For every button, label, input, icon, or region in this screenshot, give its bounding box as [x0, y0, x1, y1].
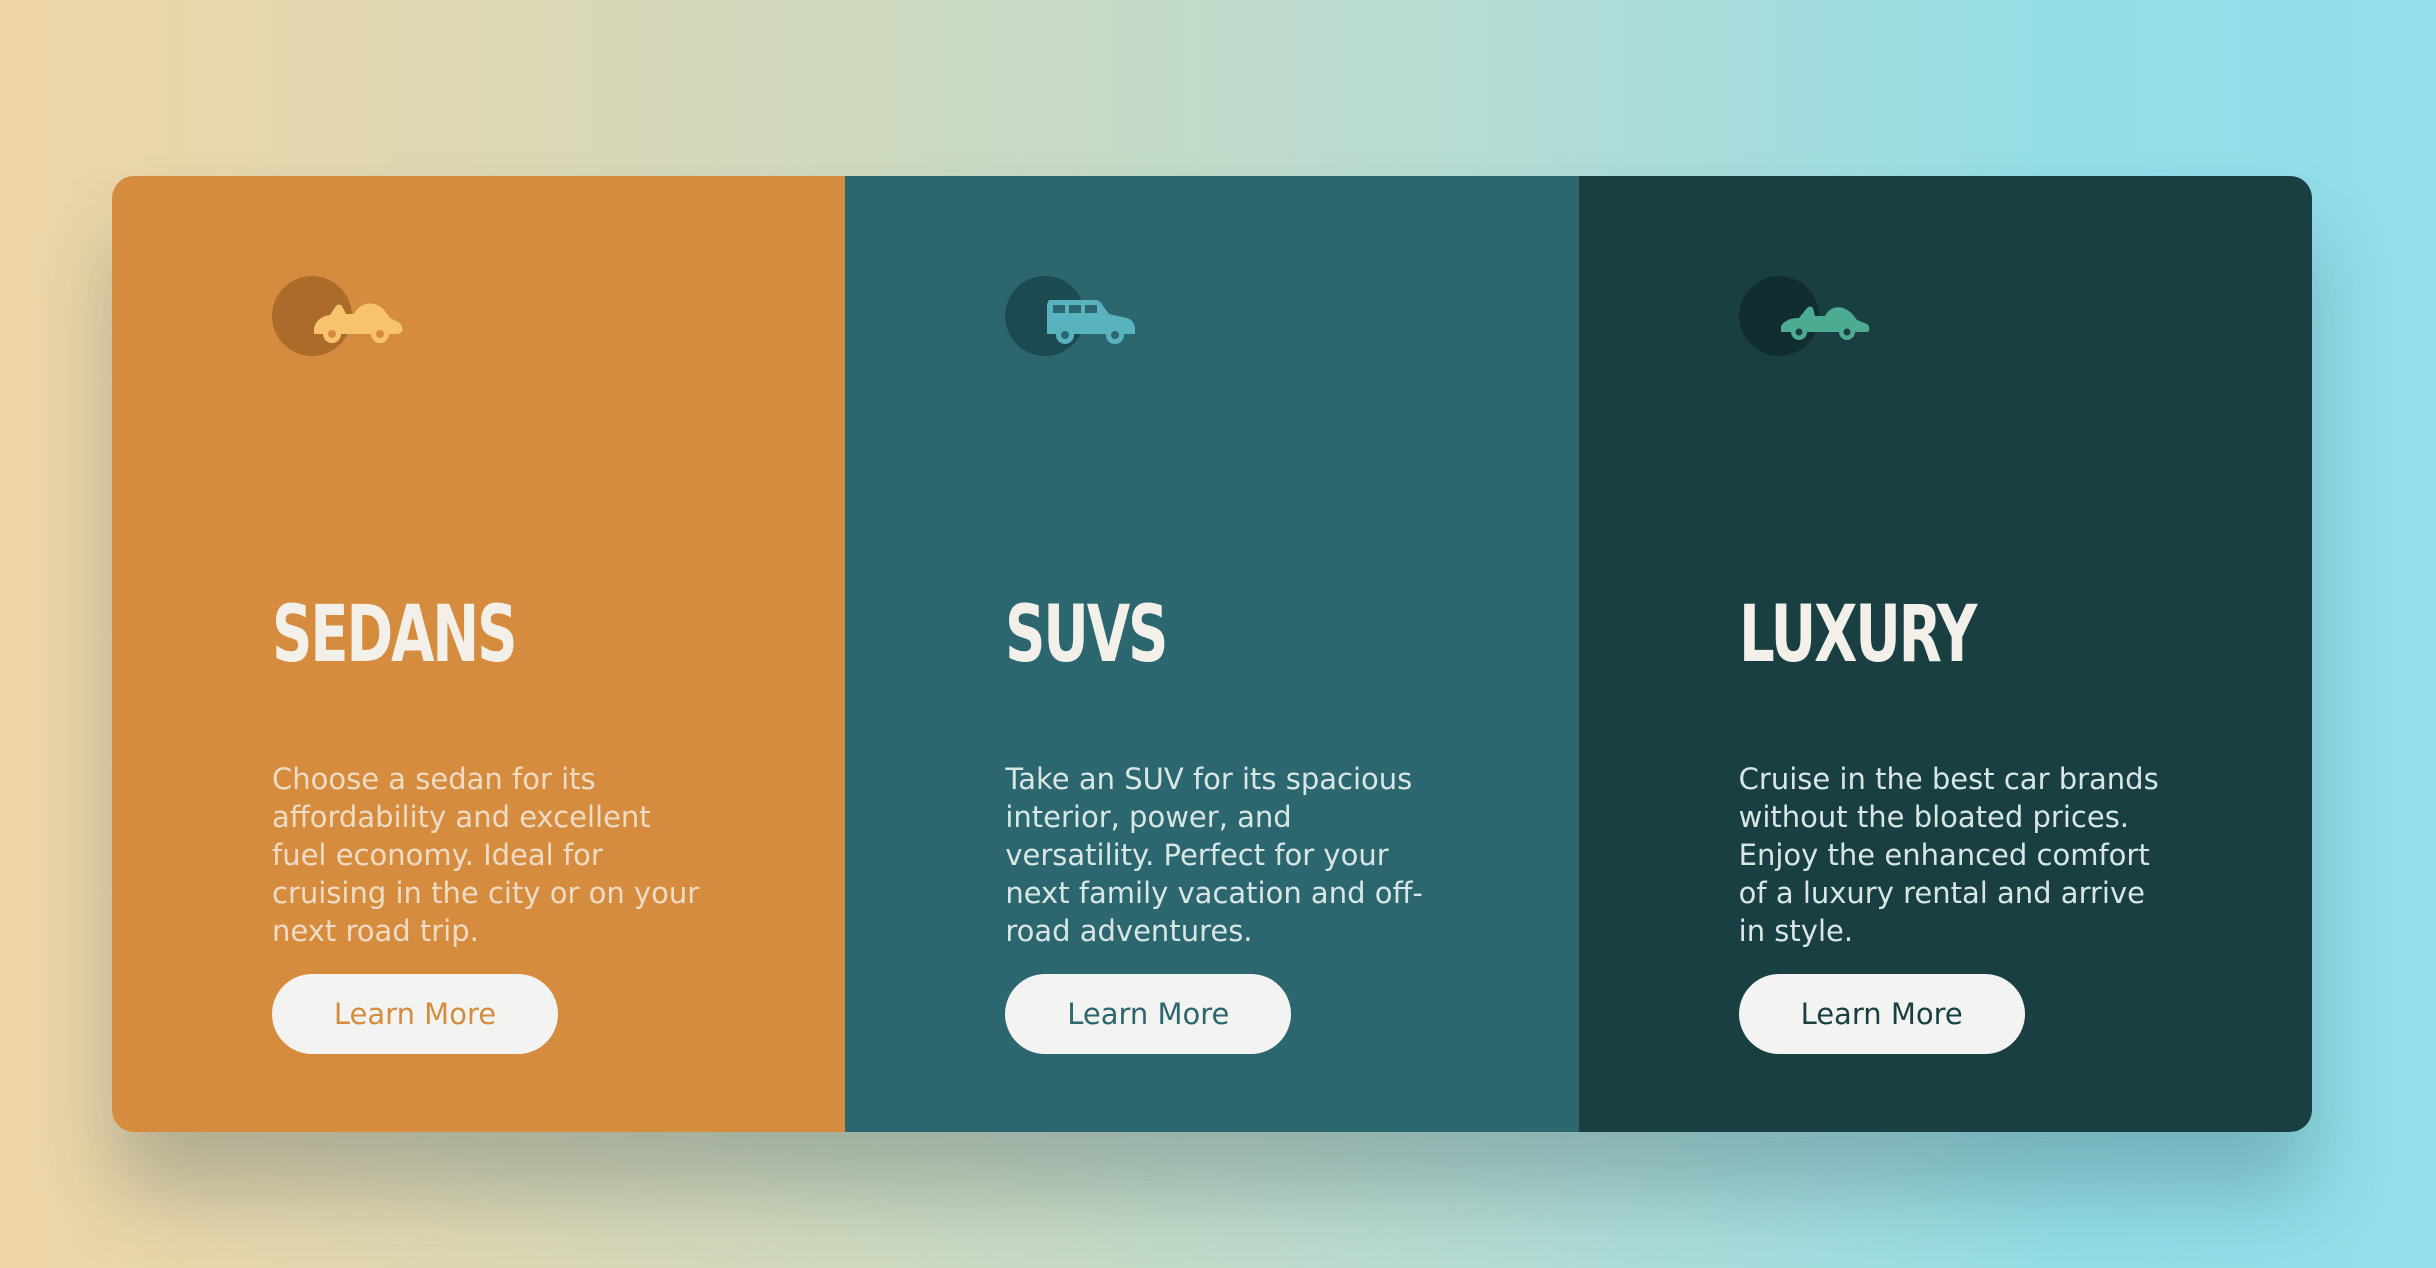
card-description: Choose a sedan for its affordability and… [272, 762, 700, 948]
luxury-icon-badge [1738, 276, 1879, 356]
card-title: SUVS [1005, 590, 1168, 680]
luxury-car-icon [1780, 306, 1870, 340]
luxury-card: LUXURY Cruise in the best car brands wit… [1578, 176, 2312, 1132]
sedans-card: SEDANS Choose a sedan for its affordabil… [112, 176, 846, 1132]
card-title: LUXURY [1738, 590, 1977, 680]
suv-icon-badge [1005, 276, 1145, 356]
card-description: Take an SUV for its spacious interior, p… [1005, 762, 1423, 948]
sedan-icon-badge [272, 276, 412, 356]
suv-car-icon [1047, 300, 1136, 344]
suvs-card: SUVS Take an SUV for its spacious interi… [845, 176, 1579, 1132]
car-category-cards: SEDANS Choose a sedan for its affordabil… [112, 176, 2312, 1132]
card-title: SEDANS [272, 590, 518, 680]
page-background: { "cards": [ { "id": "sedans", "icon": "… [0, 0, 2436, 1268]
learn-more-button[interactable]: Learn More [1005, 974, 1292, 1054]
learn-more-button[interactable]: Learn More [272, 974, 558, 1054]
card-description: Cruise in the best car brands without th… [1738, 762, 2159, 948]
learn-more-button[interactable]: Learn More [1738, 974, 2025, 1054]
sedan-car-icon [314, 303, 403, 343]
